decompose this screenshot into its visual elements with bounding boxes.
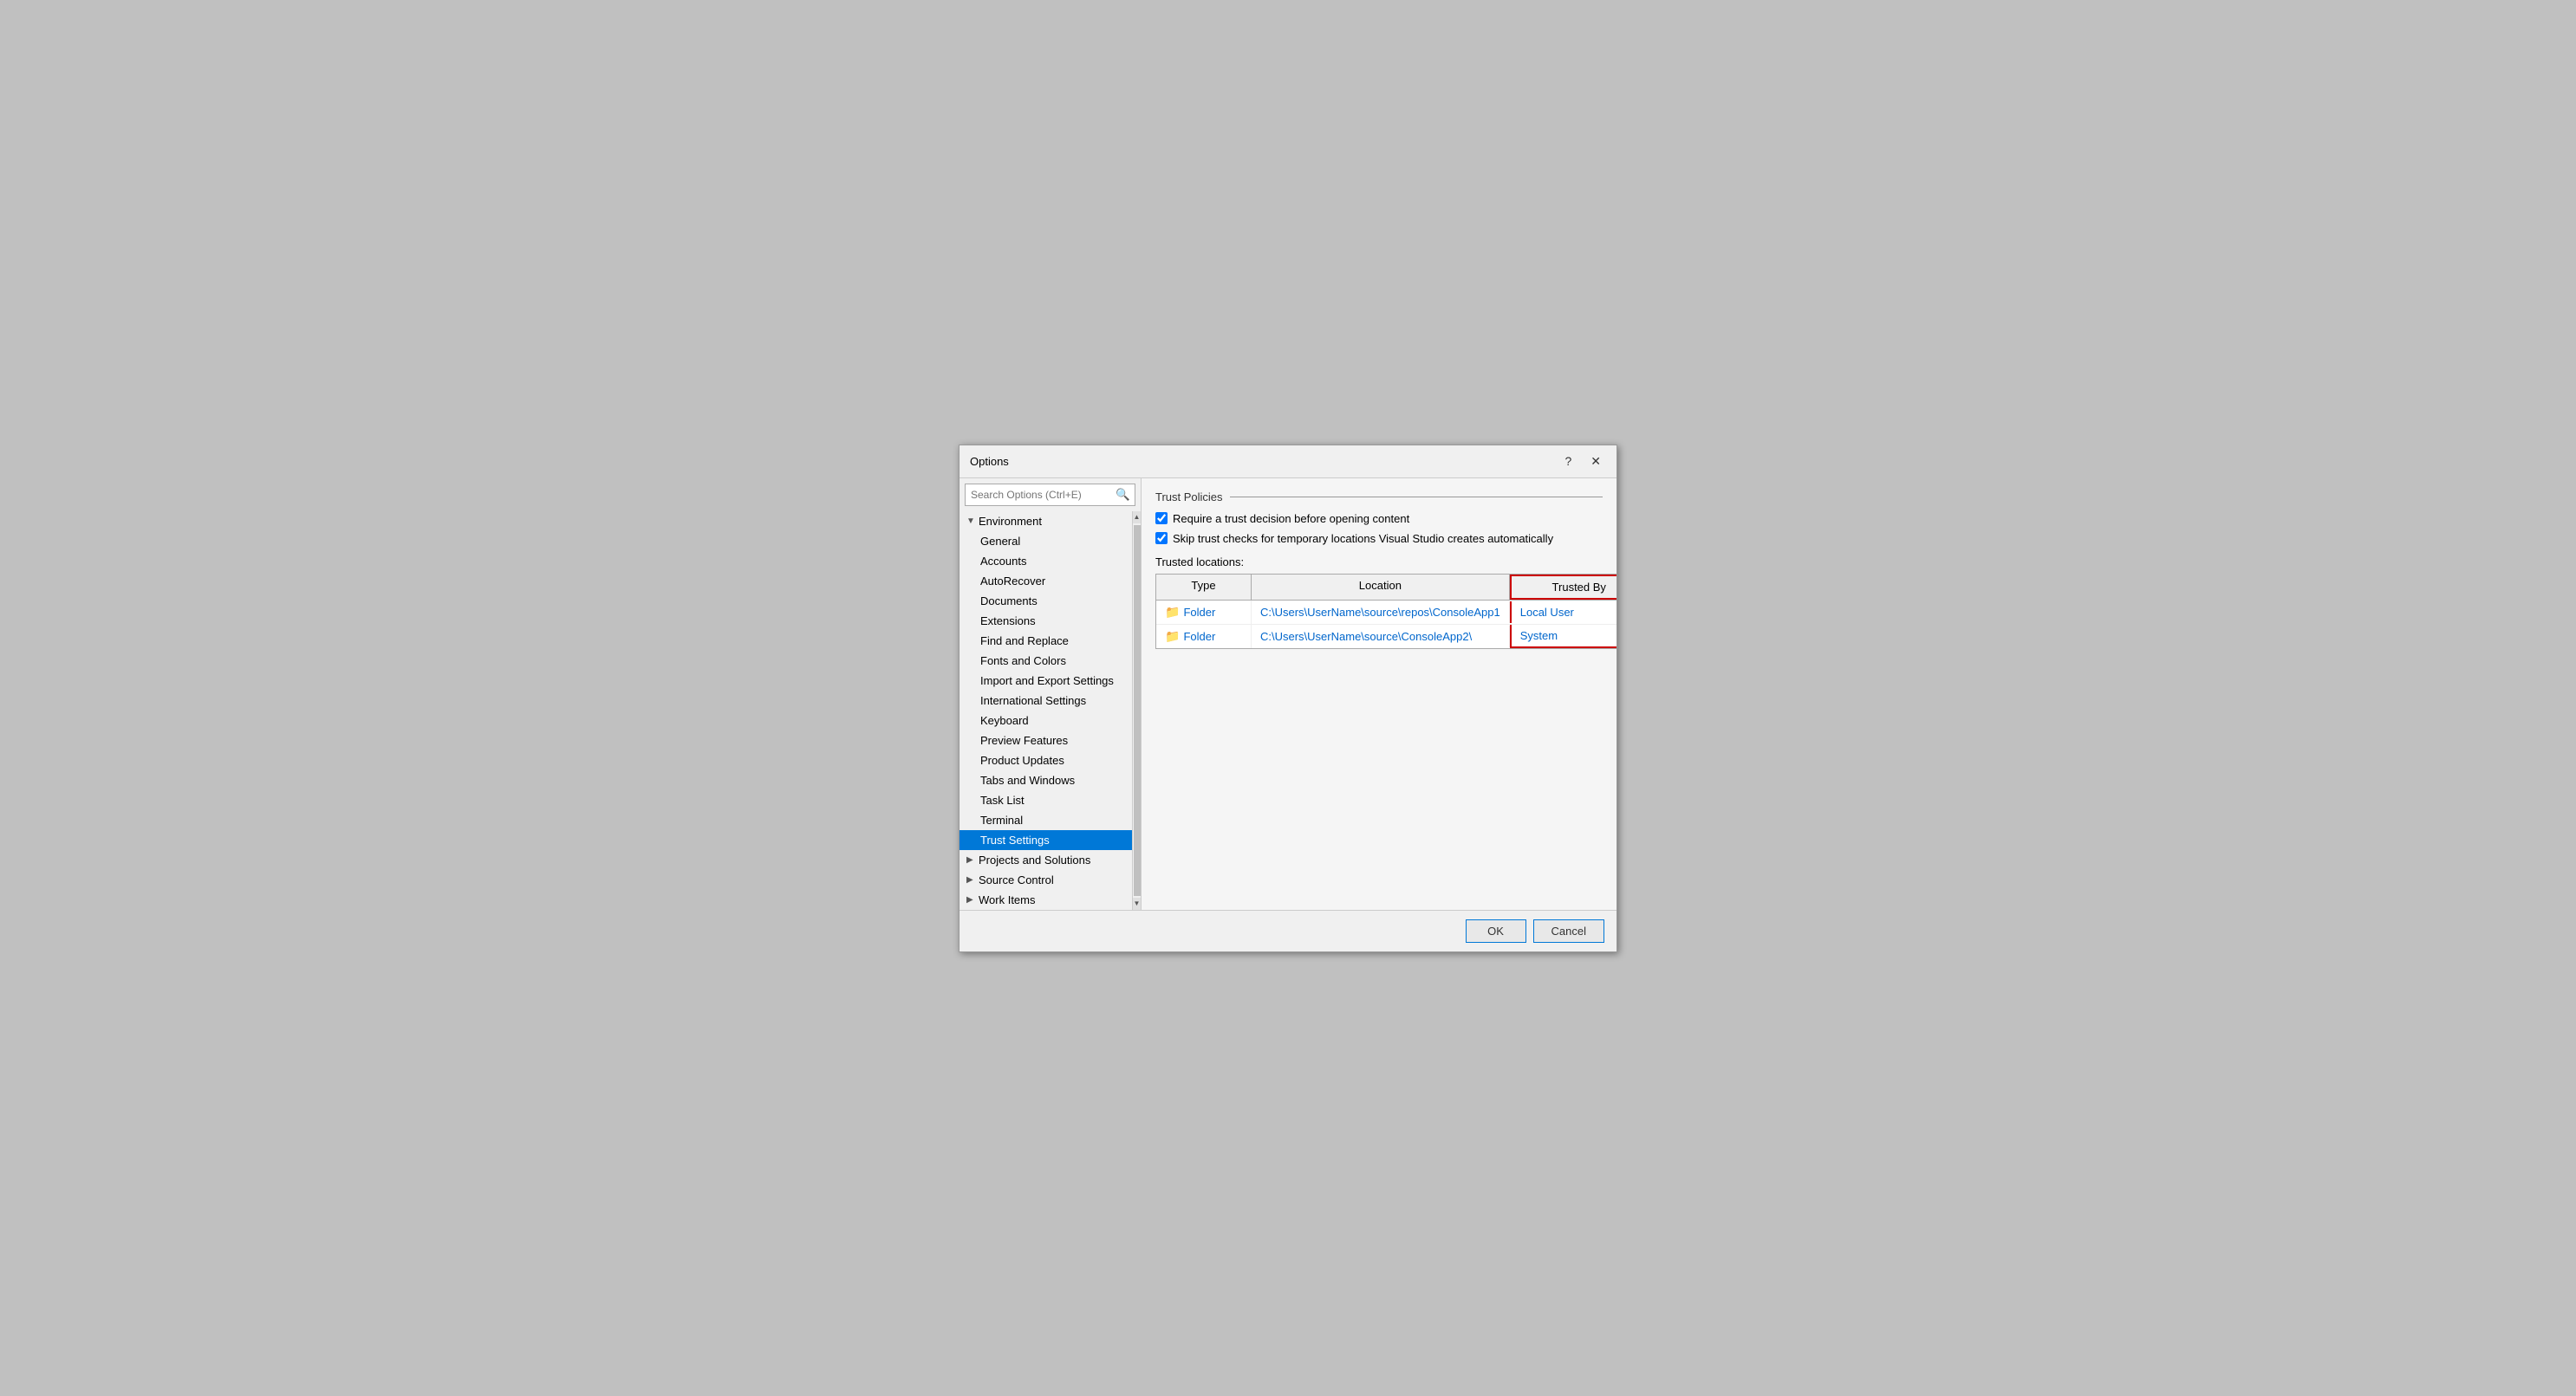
ok-button[interactable]: OK: [1466, 919, 1526, 943]
scroll-thumb[interactable]: [1134, 525, 1141, 896]
dialog-title: Options: [970, 455, 1009, 468]
sidebar-item-label-accounts: Accounts: [980, 555, 1026, 568]
sidebar-item-label-source-control: Source Control: [979, 873, 1054, 886]
sidebar-scroll: ▼ Environment General Accounts AutoRecover Do…: [959, 511, 1141, 910]
th-type: Type: [1156, 575, 1252, 600]
sidebar-item-work-items[interactable]: ▶ Work Items: [959, 890, 1132, 910]
sidebar-item-general[interactable]: General: [959, 531, 1132, 551]
td-type-1: 📁 Folder: [1156, 601, 1252, 624]
sidebar-item-label-keyboard: Keyboard: [980, 714, 1029, 727]
expand-arrow-work-items: ▶: [966, 895, 975, 905]
sidebar-item-keyboard[interactable]: Keyboard: [959, 711, 1132, 730]
sidebar-item-international[interactable]: International Settings: [959, 691, 1132, 711]
sidebar-item-trust-settings[interactable]: Trust Settings: [959, 830, 1132, 850]
dialog-body: 🔍 ▼ Environment General Accounts AutoRecover…: [959, 478, 1617, 910]
section-title: Trust Policies: [1155, 490, 1603, 503]
sidebar-item-label-product-updates: Product Updates: [980, 754, 1064, 767]
sidebar-item-label-international: International Settings: [980, 694, 1086, 707]
scroll-track: ▲ ▼: [1132, 511, 1141, 910]
expand-arrow-source-control: ▶: [966, 875, 975, 885]
expand-arrow-projects-solutions: ▶: [966, 855, 975, 865]
options-dialog: Options ? ✕ 🔍 ▼ Environment General Account…: [959, 445, 1617, 952]
sidebar-item-autorecover[interactable]: AutoRecover: [959, 571, 1132, 591]
sidebar-item-fonts-colors[interactable]: Fonts and Colors: [959, 651, 1132, 671]
table-row[interactable]: 📁 Folder C:\Users\UserName\source\repos\…: [1156, 601, 1617, 625]
sidebar-item-extensions[interactable]: Extensions: [959, 611, 1132, 631]
folder-icon-2: 📁: [1165, 629, 1180, 644]
td-location-2: C:\Users\UserName\source\ConsoleApp2\: [1252, 626, 1510, 647]
sidebar-item-label-projects-solutions: Projects and Solutions: [979, 854, 1090, 867]
sidebar-item-label-environment: Environment: [979, 515, 1042, 528]
title-bar-left: Options: [970, 455, 1009, 468]
sidebar-item-label-preview-features: Preview Features: [980, 734, 1068, 747]
table-wrapper: Type Location Trusted By 📁 Folder C:\Use…: [1155, 574, 1617, 649]
sidebar-item-label-documents: Documents: [980, 594, 1038, 607]
scroll-down-button[interactable]: ▼: [1133, 898, 1142, 910]
sidebar-item-label-extensions: Extensions: [980, 614, 1036, 627]
sidebar-item-task-list[interactable]: Task List: [959, 790, 1132, 810]
sidebar-item-label-trust-settings: Trust Settings: [980, 834, 1050, 847]
sidebar-item-terminal[interactable]: Terminal: [959, 810, 1132, 830]
sidebar-item-label-fonts-colors: Fonts and Colors: [980, 654, 1066, 667]
dialog-footer: OK Cancel: [959, 910, 1617, 951]
help-button[interactable]: ?: [1559, 452, 1577, 470]
checkbox-row-2: Skip trust checks for temporary location…: [1155, 532, 1603, 545]
sidebar-item-find-replace[interactable]: Find and Replace: [959, 631, 1132, 651]
sidebar-item-source-control[interactable]: ▶ Source Control: [959, 870, 1132, 890]
title-bar-right: ? ✕: [1559, 452, 1606, 471]
content-area: Trust Policies Require a trust decision …: [1142, 478, 1617, 910]
sidebar-item-documents[interactable]: Documents: [959, 591, 1132, 611]
cancel-button[interactable]: Cancel: [1533, 919, 1604, 943]
scroll-up-button[interactable]: ▲: [1133, 511, 1142, 523]
checkbox-trust-decision[interactable]: [1155, 512, 1168, 524]
sidebar: 🔍 ▼ Environment General Accounts AutoRecover…: [959, 478, 1142, 910]
sidebar-item-accounts[interactable]: Accounts: [959, 551, 1132, 571]
sidebar-item-environment[interactable]: ▼ Environment: [959, 511, 1132, 531]
th-location: Location: [1252, 575, 1510, 600]
td-location-1: C:\Users\UserName\source\repos\ConsoleAp…: [1252, 601, 1510, 623]
checkbox1-label: Require a trust decision before opening …: [1173, 512, 1409, 525]
trusted-locations-label: Trusted locations:: [1155, 555, 1603, 568]
sidebar-item-label-work-items: Work Items: [979, 893, 1036, 906]
th-trusted-by: Trusted By: [1510, 575, 1617, 600]
sidebar-item-label-autorecover: AutoRecover: [980, 575, 1045, 588]
sidebar-item-preview-features[interactable]: Preview Features: [959, 730, 1132, 750]
sidebar-item-label-find-replace: Find and Replace: [980, 634, 1069, 647]
title-bar: Options ? ✕: [959, 445, 1617, 478]
td-trusted-by-2: System: [1510, 625, 1617, 648]
search-input[interactable]: [966, 485, 1110, 504]
sidebar-item-import-export[interactable]: Import and Export Settings: [959, 671, 1132, 691]
sidebar-item-label-general: General: [980, 535, 1020, 548]
sidebar-item-label-tabs-windows: Tabs and Windows: [980, 774, 1075, 787]
tree-list: ▼ Environment General Accounts AutoRecover Do…: [959, 511, 1132, 910]
checkbox-row-1: Require a trust decision before opening …: [1155, 512, 1603, 525]
checkbox-skip-trust[interactable]: [1155, 532, 1168, 544]
folder-icon-1: 📁: [1165, 605, 1180, 620]
sidebar-item-product-updates[interactable]: Product Updates: [959, 750, 1132, 770]
td-trusted-by-1: Local User: [1510, 601, 1617, 623]
td-type-2: 📁 Folder: [1156, 625, 1252, 648]
search-icon-button[interactable]: 🔍: [1110, 484, 1135, 505]
table-row[interactable]: 📁 Folder C:\Users\UserName\source\Consol…: [1156, 625, 1617, 648]
expand-arrow-environment: ▼: [966, 516, 975, 526]
search-box[interactable]: 🔍: [965, 484, 1135, 506]
table-header: Type Location Trusted By: [1156, 575, 1617, 601]
close-button[interactable]: ✕: [1585, 452, 1606, 471]
table-area: Type Location Trusted By 📁 Folder C:\Use…: [1155, 574, 1603, 649]
sidebar-item-label-terminal: Terminal: [980, 814, 1023, 827]
sidebar-item-label-import-export: Import and Export Settings: [980, 674, 1114, 687]
checkbox2-label: Skip trust checks for temporary location…: [1173, 532, 1553, 545]
sidebar-item-tabs-windows[interactable]: Tabs and Windows: [959, 770, 1132, 790]
sidebar-item-label-task-list: Task List: [980, 794, 1025, 807]
sidebar-item-projects-solutions[interactable]: ▶ Projects and Solutions: [959, 850, 1132, 870]
